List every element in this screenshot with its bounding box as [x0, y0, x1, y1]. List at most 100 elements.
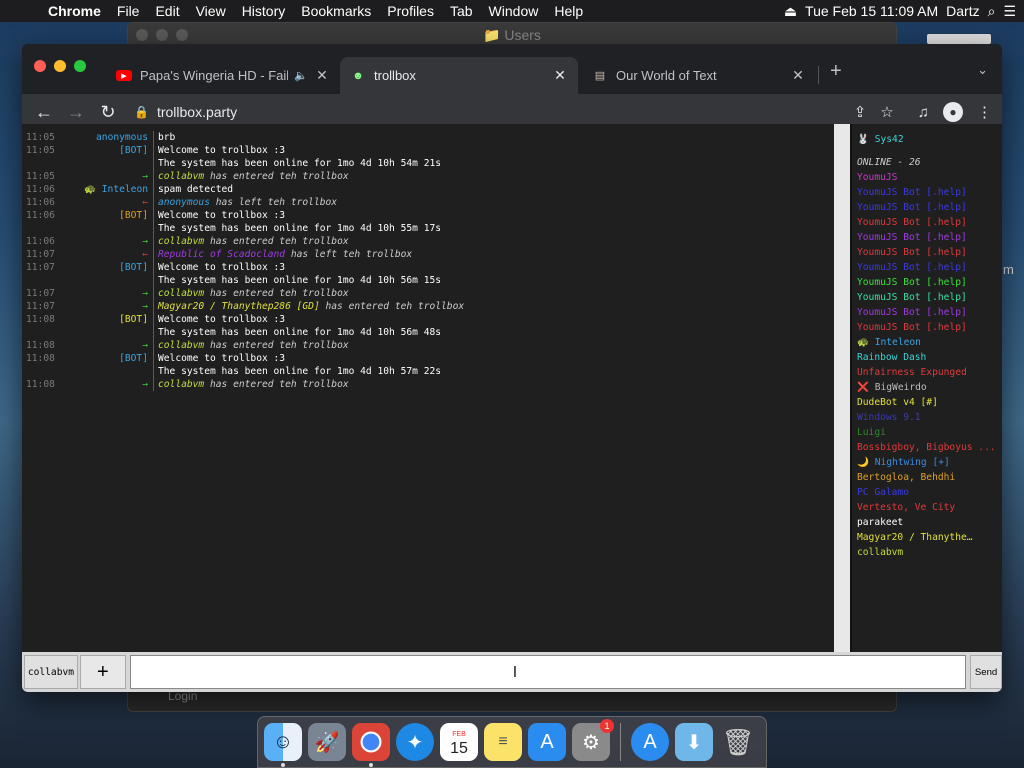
close-tab-icon[interactable]: ✕ — [552, 67, 568, 84]
message-nick[interactable]: [BOT] — [62, 261, 153, 274]
user-list-item[interactable]: 🌙 Nightwing [+] — [857, 455, 1002, 470]
user-list-item[interactable]: 🐢 Inteleon — [857, 335, 1002, 350]
message-nick[interactable]: [BOT] — [62, 144, 153, 157]
appstore-icon[interactable]: A — [528, 723, 566, 761]
user-list-item[interactable]: DudeBot v4 [#] — [857, 395, 1002, 410]
menu-view[interactable]: View — [188, 3, 234, 19]
systempreferences-icon[interactable]: ⚙ 1 — [572, 719, 614, 761]
message-nick[interactable]: anonymous — [62, 131, 153, 144]
menu-file[interactable]: File — [109, 3, 148, 19]
user-list-item[interactable]: YoumuJS Bot [.help] — [857, 230, 1002, 245]
menu-clock[interactable]: Tue Feb 15 11:09 AM — [805, 3, 938, 19]
user-list-item[interactable]: YoumuJS Bot [.help] — [857, 290, 1002, 305]
user-list-item[interactable]: YoumuJS — [857, 170, 1002, 185]
close-tab-icon[interactable]: ✕ — [314, 67, 330, 84]
trash-icon[interactable]: 🗑 — [719, 723, 757, 761]
calendar-icon[interactable]: FEB 15 — [440, 723, 478, 761]
minimize-window-button[interactable] — [54, 60, 66, 72]
top-user[interactable]: 🐰 Sys42 — [857, 132, 1002, 147]
user-list-item[interactable]: YoumuJS Bot [.help] — [857, 185, 1002, 200]
chrome-icon[interactable] — [352, 723, 390, 767]
user-list-item[interactable]: Magyar20 / Thanythe… — [857, 530, 1002, 545]
user-list-item[interactable]: YoumuJS Bot [.help] — [857, 305, 1002, 320]
message-nick[interactable] — [62, 274, 153, 287]
menu-bookmarks[interactable]: Bookmarks — [293, 3, 379, 19]
message-nick[interactable] — [62, 326, 153, 339]
bookmark-star-icon[interactable]: ☆ — [880, 103, 893, 121]
back-icon[interactable]: ← — [28, 102, 60, 123]
share-icon[interactable]: ⇪ — [854, 103, 867, 121]
control-center-icon[interactable]: ☰ — [1003, 3, 1016, 20]
menu-window[interactable]: Window — [481, 3, 547, 19]
menu-tab[interactable]: Tab — [442, 3, 481, 19]
chat-log[interactable]: 11:05 anonymous brb 11:05 [BOT] Welcome to tr… — [22, 124, 834, 652]
online-user-list[interactable]: 🐰 Sys42 ONLINE - 26 YoumuJS YoumuJS Bot [… — [852, 124, 1002, 652]
menu-history[interactable]: History — [234, 3, 294, 19]
appstore2-icon[interactable]: A — [631, 723, 669, 761]
user-list-item[interactable]: YoumuJS Bot [.help] — [857, 320, 1002, 335]
close-window-button[interactable] — [34, 60, 46, 72]
new-tab-button[interactable]: + — [830, 60, 842, 83]
eject-icon[interactable]: ⏏ — [784, 3, 797, 20]
user-list-item[interactable]: YoumuJS Bot [.help] — [857, 260, 1002, 275]
message-nick[interactable] — [62, 365, 153, 378]
notes-icon[interactable]: ≡ — [484, 723, 522, 761]
url-text[interactable]: trollbox.party — [157, 104, 237, 120]
message-nick[interactable]: [BOT] — [62, 352, 153, 365]
user-list-item[interactable]: Luigi — [857, 425, 1002, 440]
message-nick[interactable]: → — [62, 300, 153, 313]
user-list-item[interactable]: YoumuJS Bot [.help] — [857, 275, 1002, 290]
message-nick[interactable]: 🐢 Inteleon — [62, 183, 153, 196]
user-list-item[interactable]: Rainbow Dash — [857, 350, 1002, 365]
user-list-item[interactable]: PC Galamo — [857, 485, 1002, 500]
bg-close-dot[interactable] — [136, 29, 148, 41]
bg-zoom-dot[interactable] — [176, 29, 188, 41]
downloads-icon[interactable]: ⬇ — [675, 723, 713, 761]
user-list-item[interactable]: Vertesto, Ve City — [857, 500, 1002, 515]
launchpad-icon[interactable]: 🚀 — [308, 723, 346, 761]
message-input[interactable] — [130, 656, 966, 688]
media-control-icon[interactable]: ♫ — [918, 104, 929, 121]
menu-profiles[interactable]: Profiles — [379, 3, 442, 19]
menu-app-name[interactable]: Chrome — [40, 3, 109, 19]
bg-minimize-dot[interactable] — [156, 29, 168, 41]
speaker-muted-icon[interactable]: 🔈 — [294, 69, 308, 82]
message-input-container[interactable]: I — [129, 655, 967, 689]
user-list-item[interactable]: collabvm — [857, 545, 1002, 560]
spotlight-icon[interactable]: ⌕ — [988, 3, 996, 20]
message-nick[interactable]: [BOT] — [62, 313, 153, 326]
message-nick[interactable]: → — [62, 170, 153, 183]
nickname-button[interactable]: collabvm — [24, 655, 78, 689]
menu-user[interactable]: Dartz — [946, 3, 979, 19]
finder-icon[interactable]: ☺ — [264, 723, 302, 767]
safari-icon[interactable]: ✦ — [396, 723, 434, 761]
message-nick[interactable]: → — [62, 235, 153, 248]
send-button[interactable]: Send — [970, 655, 1002, 689]
reload-icon[interactable]: ↻ — [92, 102, 124, 123]
menu-edit[interactable]: Edit — [147, 3, 187, 19]
user-list-item[interactable]: YoumuJS Bot [.help] — [857, 200, 1002, 215]
message-nick[interactable]: ← — [62, 248, 153, 261]
tab-search-icon[interactable]: ⌄ — [977, 62, 988, 78]
more-menu-icon[interactable]: ⋮ — [977, 103, 992, 121]
message-nick[interactable]: ← — [62, 196, 153, 209]
profile-avatar-icon[interactable]: ● — [943, 102, 963, 122]
lock-icon[interactable]: 🔒 — [134, 105, 149, 119]
message-nick[interactable]: [BOT] — [62, 209, 153, 222]
message-nick[interactable]: → — [62, 287, 153, 300]
desktop-drive-icon[interactable] — [927, 34, 991, 44]
user-list-item[interactable]: parakeet — [857, 515, 1002, 530]
tab-our-world-of-text[interactable]: ▤ Our World of Text ✕ — [582, 57, 816, 94]
close-tab-icon[interactable]: ✕ — [790, 67, 806, 84]
tab-trollbox[interactable]: ☻ trollbox ✕ — [340, 57, 578, 94]
user-list-item[interactable]: YoumuJS Bot [.help] — [857, 245, 1002, 260]
tab-papas-wingeria[interactable]: ▶ Papa's Wingeria HD - Fails 🔈 ✕ — [106, 57, 340, 94]
message-nick[interactable] — [62, 222, 153, 235]
menu-help[interactable]: Help — [546, 3, 591, 19]
user-list-item[interactable]: Unfairness Expunged — [857, 365, 1002, 380]
zoom-window-button[interactable] — [74, 60, 86, 72]
plus-button[interactable]: + — [79, 655, 126, 689]
user-list-item[interactable]: Bertogloa, Behdhi — [857, 470, 1002, 485]
message-nick[interactable] — [62, 157, 153, 170]
user-list-item[interactable]: Windows 9.1 — [857, 410, 1002, 425]
